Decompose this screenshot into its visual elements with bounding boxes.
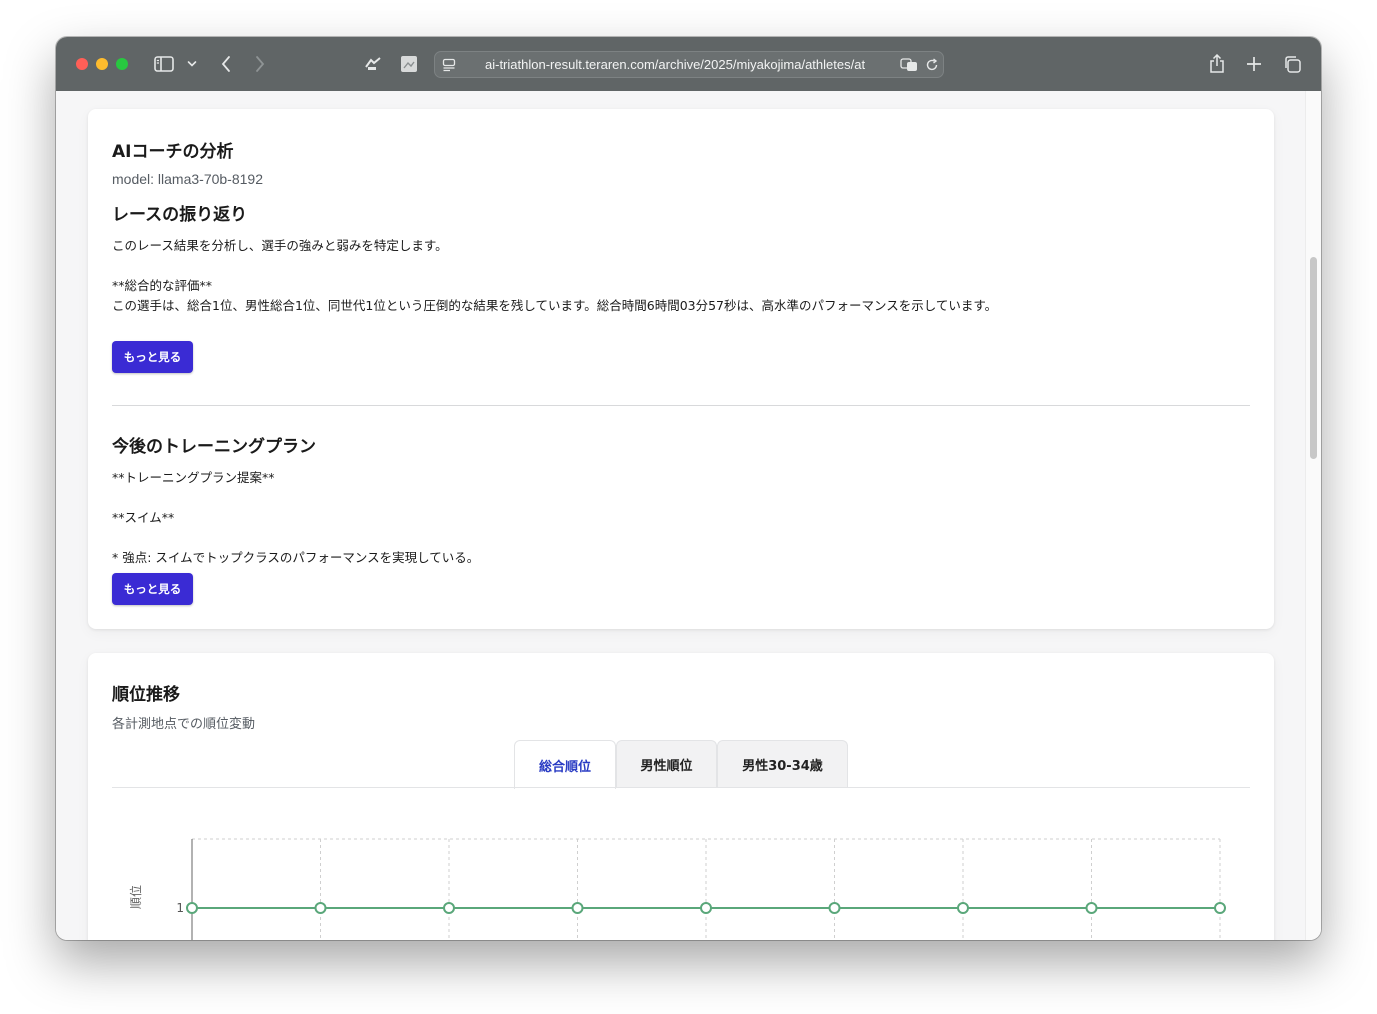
- review-line-2: **総合的な評価**: [112, 278, 213, 293]
- data-point: [1085, 902, 1098, 914]
- page-menu-icon[interactable]: [441, 56, 457, 74]
- translate-icon[interactable]: [899, 56, 919, 74]
- data-point: [1214, 902, 1226, 914]
- browser-window: ai-triathlon-result.teraren.com/archive/…: [56, 37, 1321, 940]
- rank-chart: 順位 1: [128, 838, 1226, 940]
- url-text[interactable]: ai-triathlon-result.teraren.com/archive/…: [485, 57, 890, 72]
- review-heading: レースの振り返り: [112, 205, 248, 225]
- close-window-button[interactable]: [76, 58, 88, 70]
- training-heading: 今後のトレーニングプラン: [112, 437, 316, 457]
- training-line-3: * 強点: スイムでトップクラスのパフォーマンスを実現している。: [112, 550, 480, 565]
- forward-icon[interactable]: [250, 51, 270, 77]
- training-line-2: **スイム**: [112, 510, 175, 525]
- address-bar[interactable]: ai-triathlon-result.teraren.com/archive/…: [434, 51, 944, 78]
- sidebar-toggle-icon[interactable]: [152, 51, 176, 77]
- data-point: [700, 902, 712, 914]
- ai-coach-title: AIコーチの分析: [112, 142, 234, 162]
- data-point: [571, 902, 584, 914]
- share-icon[interactable]: [1206, 51, 1228, 77]
- image-extension-icon[interactable]: [398, 51, 420, 77]
- reload-icon[interactable]: [923, 56, 941, 74]
- new-tab-icon[interactable]: [1243, 51, 1265, 77]
- training-more-button[interactable]: もっと見る: [112, 573, 193, 605]
- zoom-window-button[interactable]: [116, 58, 128, 70]
- review-more-button[interactable]: もっと見る: [112, 341, 193, 373]
- ai-coach-card: AIコーチの分析 model: llama3-70b-8192 レースの振り返り…: [88, 109, 1274, 629]
- data-point: [443, 902, 455, 914]
- data-point: [957, 902, 969, 914]
- data-point: [186, 902, 198, 914]
- tab-overview-icon[interactable]: [1281, 51, 1303, 77]
- page-content: AIコーチの分析 model: llama3-70b-8192 レースの振り返り…: [56, 91, 1321, 940]
- data-point: [314, 902, 327, 914]
- y-tick-label: 1: [176, 901, 184, 915]
- chevron-down-icon[interactable]: [184, 51, 200, 77]
- training-line-1: **トレーニングプラン提案**: [112, 470, 275, 485]
- section-divider: [112, 405, 1250, 406]
- review-line-1: このレース結果を分析し、選手の強みと弱みを特定します。: [112, 238, 448, 253]
- page-scrollbar[interactable]: [1305, 91, 1321, 940]
- y-axis-label: 順位: [128, 885, 143, 909]
- scrollbar-thumb[interactable]: [1310, 257, 1317, 459]
- data-point: [828, 902, 841, 914]
- model-label: model: llama3-70b-8192: [112, 171, 263, 187]
- review-line-3: この選手は、総合1位、男性総合1位、同世代1位という圧倒的な結果を残しています。…: [112, 298, 998, 313]
- ranking-card: 順位推移 各計測地点での順位変動 総合順位 男性順位 男性30-34歳 順位 1: [88, 653, 1274, 940]
- minimize-window-button[interactable]: [96, 58, 108, 70]
- extension-icon[interactable]: [362, 51, 384, 77]
- back-icon[interactable]: [216, 51, 236, 77]
- browser-toolbar: ai-triathlon-result.teraren.com/archive/…: [56, 37, 1321, 91]
